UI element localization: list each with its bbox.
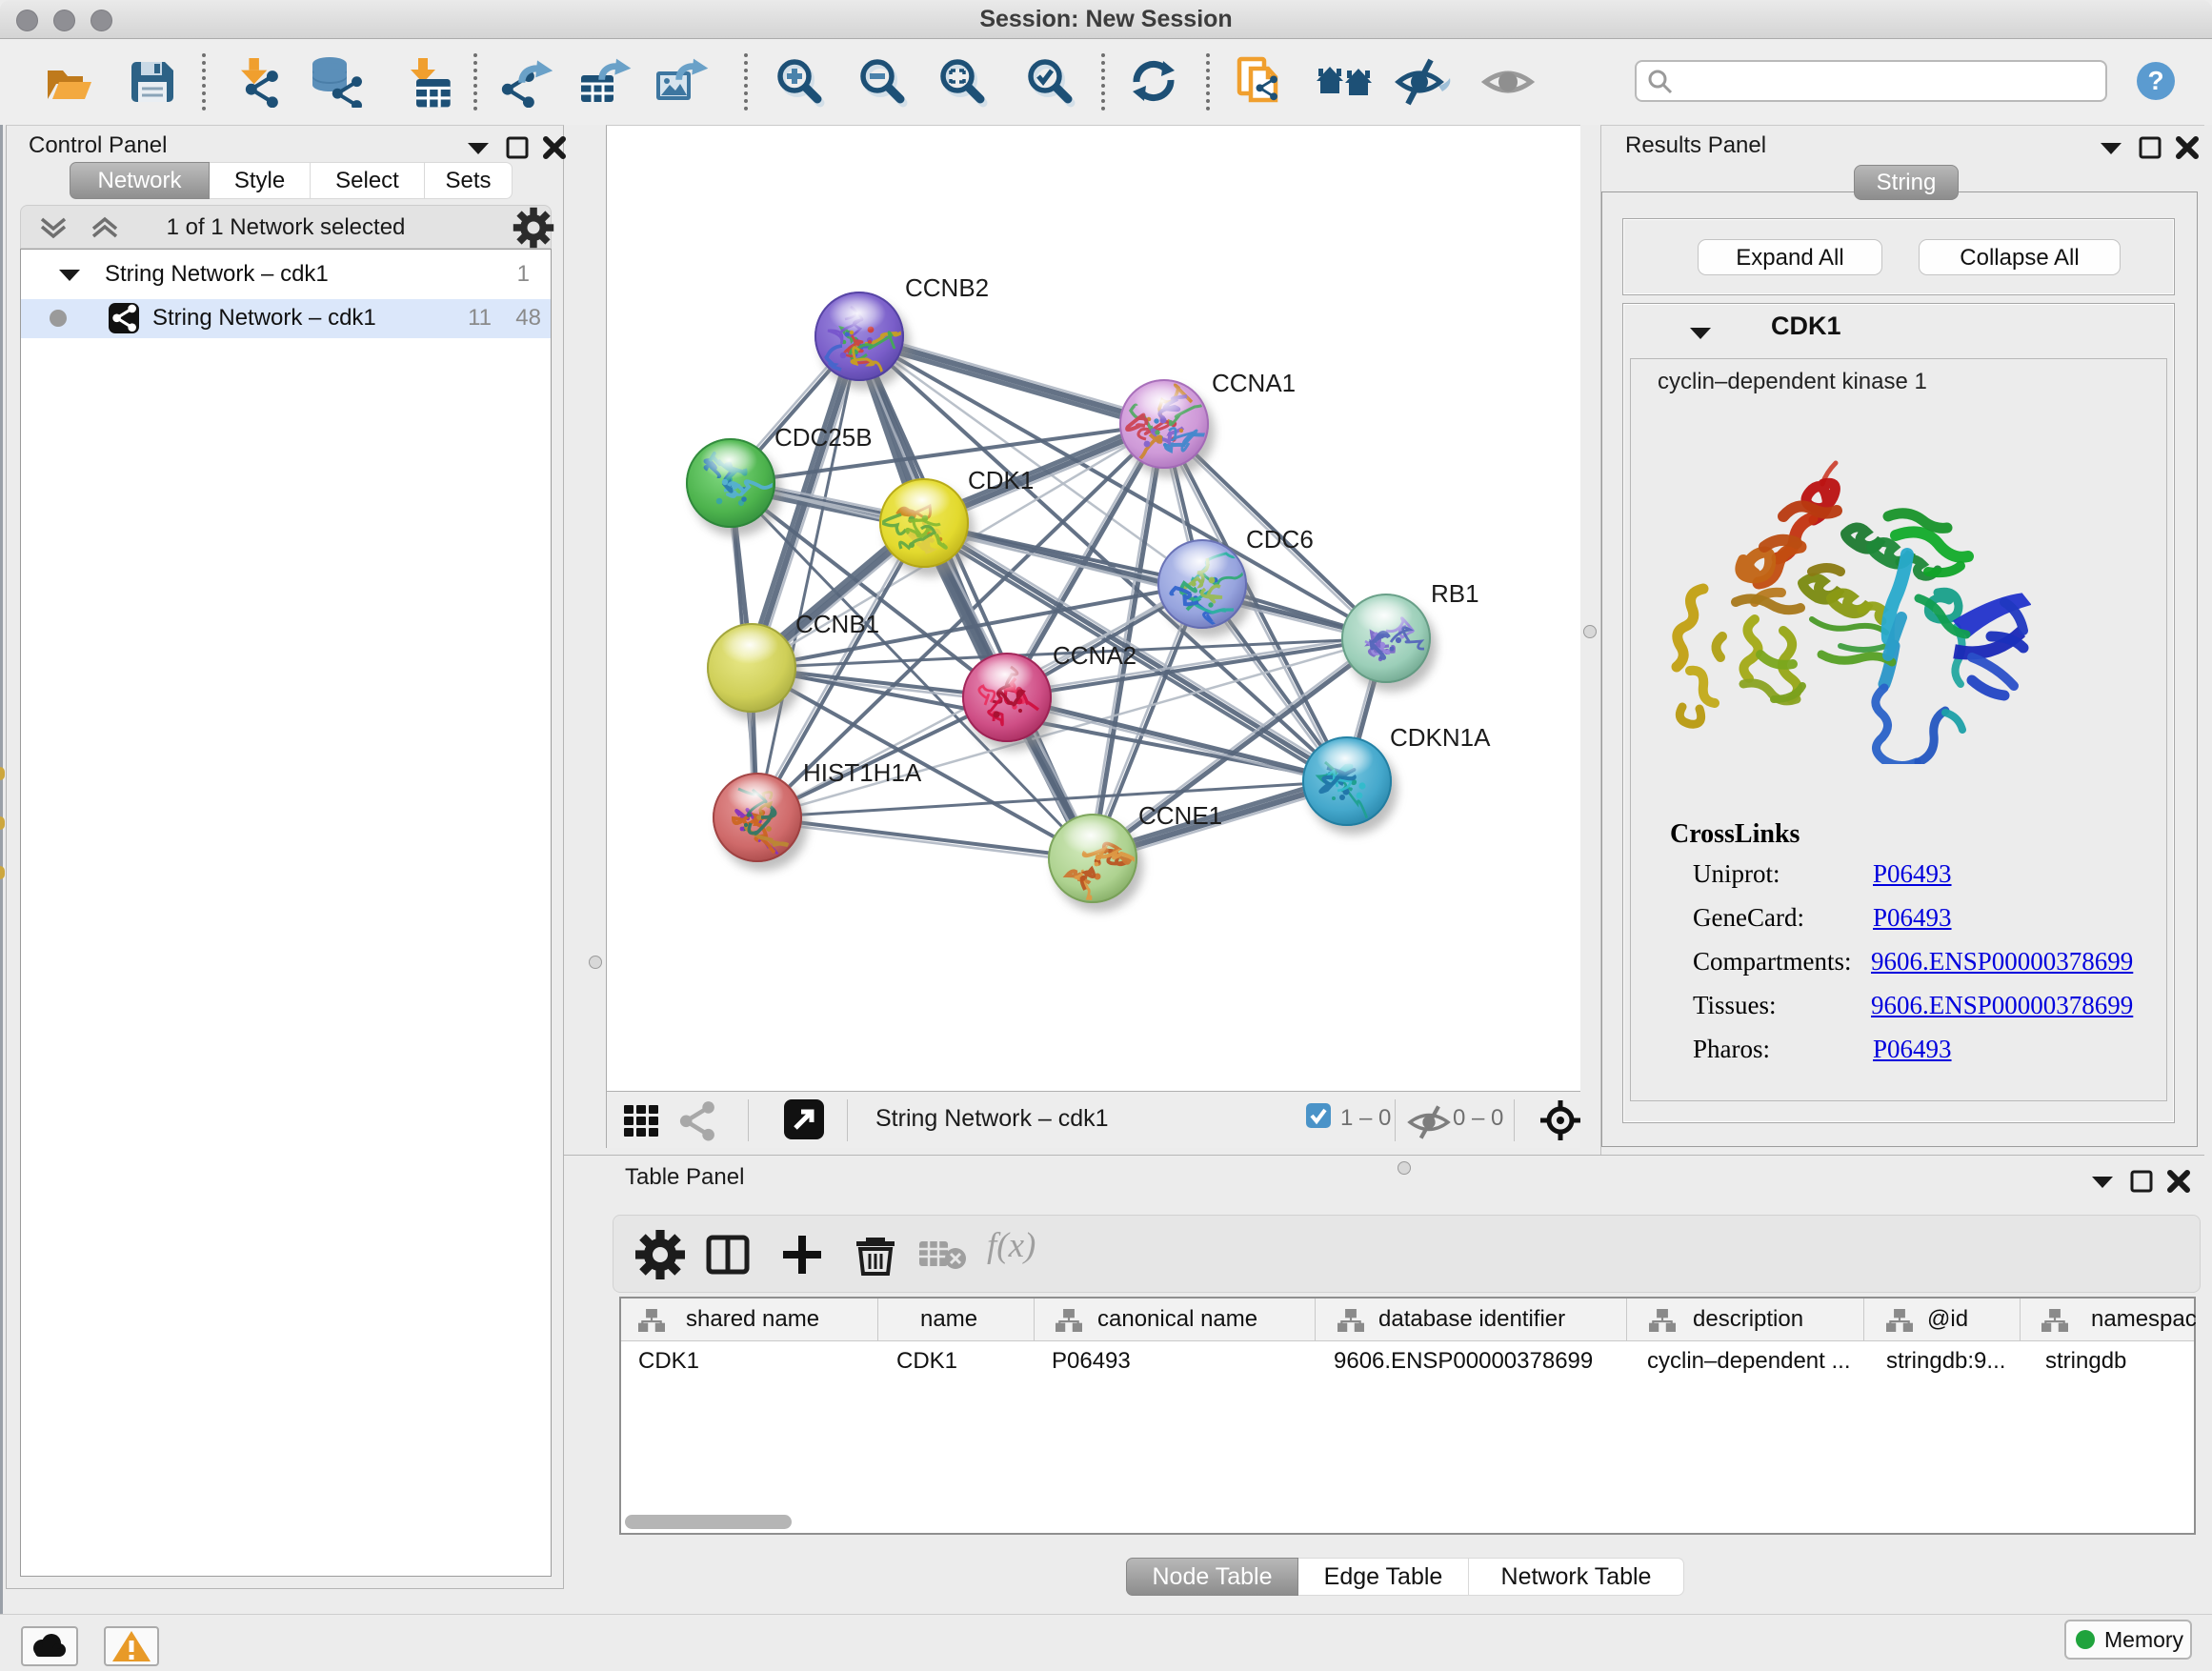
svg-text:RB1: RB1	[1431, 579, 1479, 608]
svg-text:CDC25B: CDC25B	[774, 423, 873, 452]
svg-text:CCNB1: CCNB1	[795, 610, 879, 638]
svg-text:CDKN1A: CDKN1A	[1390, 723, 1491, 752]
svg-text:CCNB2: CCNB2	[905, 273, 989, 302]
svg-text:CDK1: CDK1	[968, 466, 1034, 494]
svg-text:CCNE1: CCNE1	[1138, 801, 1222, 830]
svg-text:CCNA1: CCNA1	[1212, 369, 1296, 397]
svg-text:CCNA2: CCNA2	[1053, 641, 1136, 670]
svg-text:CDC6: CDC6	[1246, 525, 1314, 554]
svg-text:HIST1H1A: HIST1H1A	[803, 758, 922, 787]
